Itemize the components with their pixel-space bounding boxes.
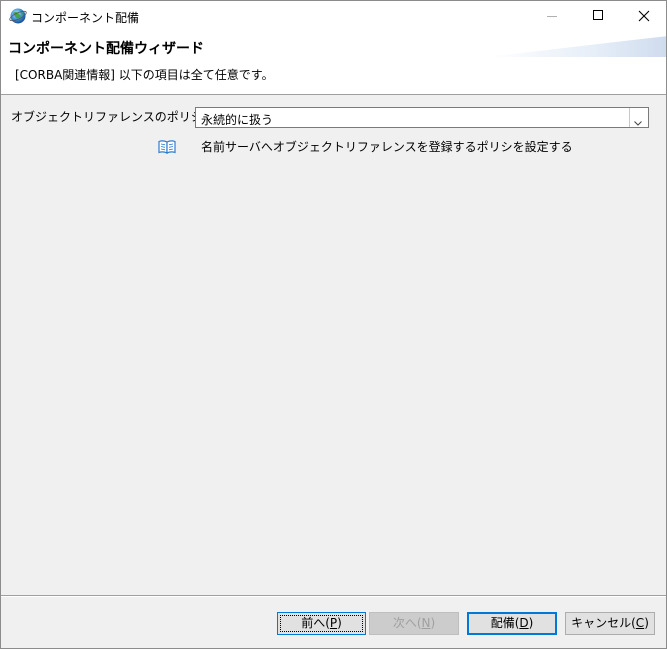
- chevron-down-icon: [634, 115, 642, 126]
- policy-select[interactable]: 永続的に扱う: [195, 107, 649, 128]
- close-button[interactable]: [621, 1, 666, 31]
- cancel-button[interactable]: キャンセル(C): [565, 612, 655, 635]
- back-button[interactable]: 前へ(P): [277, 612, 366, 635]
- minimize-icon: [547, 16, 557, 17]
- deploy-button-label: 配備(: [490, 616, 520, 630]
- cancel-button-mnemonic: C: [635, 616, 645, 630]
- next-button[interactable]: 次へ(N): [369, 612, 459, 635]
- wizard-banner: コンポーネント配備ウィザード [CORBA関連情報] 以下の項目は全て任意です。: [1, 31, 666, 95]
- deploy-button[interactable]: 配備(D): [467, 612, 557, 635]
- cancel-button-label: キャンセル(: [571, 616, 636, 630]
- cancel-button-suffix: ): [644, 616, 649, 630]
- banner-decoration: [486, 36, 666, 57]
- minimize-button[interactable]: [529, 1, 575, 31]
- wizard-title: コンポーネント配備ウィザード: [8, 41, 204, 57]
- policy-select-value: 永続的に扱う: [201, 113, 274, 127]
- maximize-icon: [593, 10, 603, 20]
- title-bar[interactable]: コンポーネント配備: [1, 1, 666, 31]
- wizard-content: オブジェクトリファレンスのポリシ 永続的に扱う 名前サーバへオブジェクトリファレ…: [1, 95, 666, 595]
- close-icon: [637, 9, 651, 23]
- policy-select-dropdown[interactable]: [629, 108, 648, 127]
- policy-label: オブジェクトリファレンスのポリシ: [11, 110, 203, 124]
- maximize-button[interactable]: [575, 1, 621, 31]
- book-icon: [158, 139, 176, 154]
- deploy-button-suffix: ): [528, 616, 534, 630]
- next-button-label: 次へ(: [392, 616, 422, 630]
- globe-icon: [9, 7, 27, 25]
- next-button-suffix: ): [430, 616, 436, 630]
- window-title: コンポーネント配備: [31, 11, 140, 25]
- wizard-description: [CORBA関連情報] 以下の項目は全て任意です。: [15, 68, 274, 82]
- deploy-button-mnemonic: D: [519, 616, 529, 630]
- wizard-window: コンポーネント配備 コンポーネント配備ウィザード [CORBA関連情報] 以下の…: [0, 0, 667, 649]
- policy-help-text: 名前サーバへオブジェクトリファレンスを登録するポリシを設定する: [201, 140, 573, 154]
- focus-ring: [280, 615, 363, 632]
- footer-separator: [1, 595, 666, 596]
